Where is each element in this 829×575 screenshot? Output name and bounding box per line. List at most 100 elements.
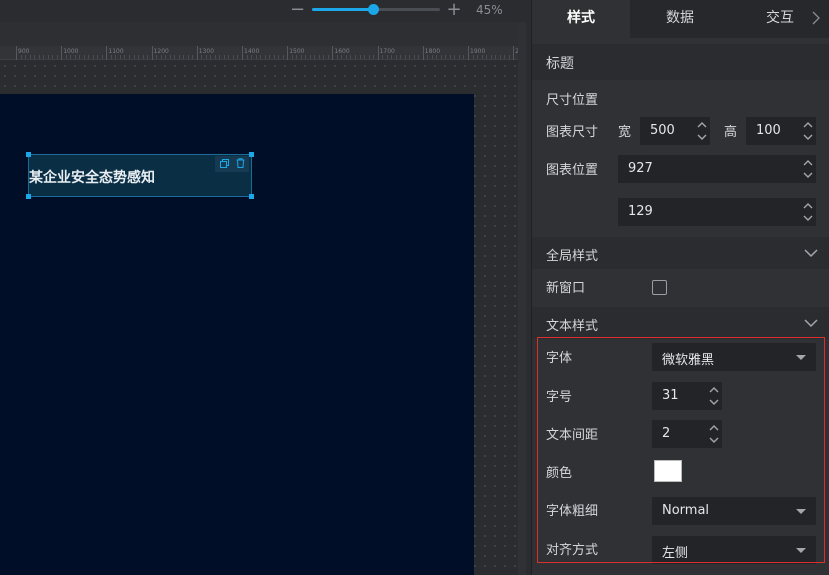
ruler-minor-tick <box>449 55 451 59</box>
ruler-minor-tick <box>210 55 212 59</box>
resize-handle-bottom-right[interactable] <box>249 194 254 199</box>
ruler-tick-label: 1000 <box>63 48 79 55</box>
new-window-checkbox[interactable] <box>652 280 667 295</box>
font-weight-value: Normal <box>662 503 710 518</box>
ruler-tick-label: 1400 <box>244 48 260 55</box>
copy-icon[interactable] <box>218 156 230 170</box>
title-component-text: 某企业安全态势感知 <box>29 170 155 186</box>
ruler-minor-tick <box>88 55 90 59</box>
ruler-minor-tick <box>174 55 176 59</box>
chevron-up-icon[interactable] <box>697 121 707 129</box>
font-size-value: 31 <box>662 388 679 403</box>
ruler-minor-tick <box>454 55 456 59</box>
text-spacing-stepper[interactable] <box>709 424 719 444</box>
resize-handle-top-left[interactable] <box>26 152 31 157</box>
ruler-tick <box>513 46 515 60</box>
ruler-minor-tick <box>318 55 320 59</box>
chevron-down-icon[interactable] <box>804 317 818 331</box>
chevron-down-icon[interactable] <box>803 214 813 222</box>
text-align-value: 左侧 <box>662 546 689 561</box>
ruler-minor-tick <box>232 55 234 59</box>
tab-style[interactable]: 样式 <box>532 0 630 38</box>
font-family-select[interactable]: 微软雅黑 <box>652 343 816 371</box>
editor-area: − + 45% 900 1000 1100 1200 1300 1400 1500 1600 1… <box>0 0 530 575</box>
ruler-tick-label: 900 <box>18 48 30 55</box>
ruler-minor-tick <box>400 55 402 59</box>
vertical-scrollbar[interactable] <box>518 22 526 575</box>
color-swatch[interactable] <box>654 460 682 482</box>
ruler-minor-tick <box>341 55 343 59</box>
section-text-style[interactable]: 文本样式 <box>532 307 829 339</box>
section-title[interactable]: 标题 <box>532 44 829 80</box>
font-size-stepper[interactable] <box>709 386 719 406</box>
zoom-slider-thumb[interactable] <box>368 4 379 15</box>
font-size-input[interactable]: 31 <box>652 382 722 410</box>
chevron-up-icon[interactable] <box>803 121 813 129</box>
height-label: 高 <box>724 125 738 140</box>
ruler-minor-tick <box>115 55 117 59</box>
zoom-slider[interactable] <box>312 4 440 15</box>
resize-handle-top-right[interactable] <box>249 152 254 157</box>
ruler-minor-tick <box>314 55 316 59</box>
chevron-down-icon[interactable] <box>697 133 707 141</box>
chevron-up-icon[interactable] <box>709 386 719 394</box>
position-y-input[interactable]: 129 <box>618 198 816 226</box>
delete-icon[interactable] <box>234 156 246 170</box>
ruler-minor-tick <box>165 55 167 59</box>
height-stepper[interactable] <box>803 121 813 141</box>
ruler-tick <box>332 46 334 60</box>
ruler-minor-tick <box>463 55 465 59</box>
height-input[interactable]: 100 <box>746 117 816 145</box>
section-size-position-label: 尺寸位置 <box>546 93 599 108</box>
section-global-style[interactable]: 全局样式 <box>532 237 829 269</box>
title-component[interactable]: 某企业安全态势感知 <box>26 152 254 199</box>
ruler-minor-tick <box>508 55 510 59</box>
zoom-out-button[interactable]: − <box>290 1 305 19</box>
chevron-right-icon[interactable] <box>812 11 824 27</box>
tab-data[interactable]: 数据 <box>630 0 730 38</box>
ruler-minor-tick <box>237 55 239 59</box>
ruler-minor-tick <box>269 55 271 59</box>
ruler-tick <box>106 46 108 60</box>
ruler-minor-tick <box>205 55 207 59</box>
text-align-select[interactable]: 左侧 <box>652 536 816 564</box>
ruler-minor-tick <box>440 55 442 59</box>
chevron-up-icon[interactable] <box>709 424 719 432</box>
chevron-down-icon[interactable] <box>803 133 813 141</box>
component-toolbar <box>215 156 249 172</box>
chevron-up-icon[interactable] <box>803 202 813 210</box>
chevron-down-icon[interactable] <box>709 436 719 444</box>
ruler-minor-tick <box>178 55 180 59</box>
chevron-down-icon[interactable] <box>803 171 813 179</box>
ruler-tick <box>468 46 469 60</box>
width-input[interactable]: 500 <box>640 117 710 145</box>
position-x-stepper[interactable] <box>803 159 813 179</box>
position-x-input[interactable]: 927 <box>618 155 816 183</box>
ruler-minor-tick <box>29 55 31 59</box>
ruler-minor-tick <box>255 55 257 59</box>
chevron-down-icon[interactable] <box>709 398 719 406</box>
ruler-minor-tick <box>404 55 406 59</box>
position-y-stepper[interactable] <box>803 202 813 222</box>
ruler-minor-tick <box>490 55 492 59</box>
chevron-up-icon[interactable] <box>803 159 813 167</box>
text-spacing-label: 文本间距 <box>546 428 599 443</box>
resize-handle-bottom-left[interactable] <box>26 194 31 199</box>
font-weight-select[interactable]: Normal <box>652 497 816 525</box>
ruler-tick <box>61 46 63 60</box>
chevron-down-icon[interactable] <box>804 247 818 261</box>
ruler-minor-tick <box>373 55 375 59</box>
ruler-minor-tick <box>79 55 81 59</box>
ruler-minor-tick <box>34 55 36 59</box>
width-stepper[interactable] <box>697 121 707 141</box>
ruler-minor-tick <box>499 55 501 59</box>
font-family-label: 字体 <box>546 351 573 366</box>
ruler-minor-tick <box>74 55 76 59</box>
ruler-minor-tick <box>133 55 135 59</box>
section-title-label: 标题 <box>546 56 574 72</box>
ruler-minor-tick <box>129 55 130 59</box>
ruler-minor-tick <box>228 55 230 59</box>
zoom-in-button[interactable]: + <box>446 1 462 19</box>
ruler-minor-tick <box>413 55 415 59</box>
text-spacing-input[interactable]: 2 <box>652 420 722 448</box>
